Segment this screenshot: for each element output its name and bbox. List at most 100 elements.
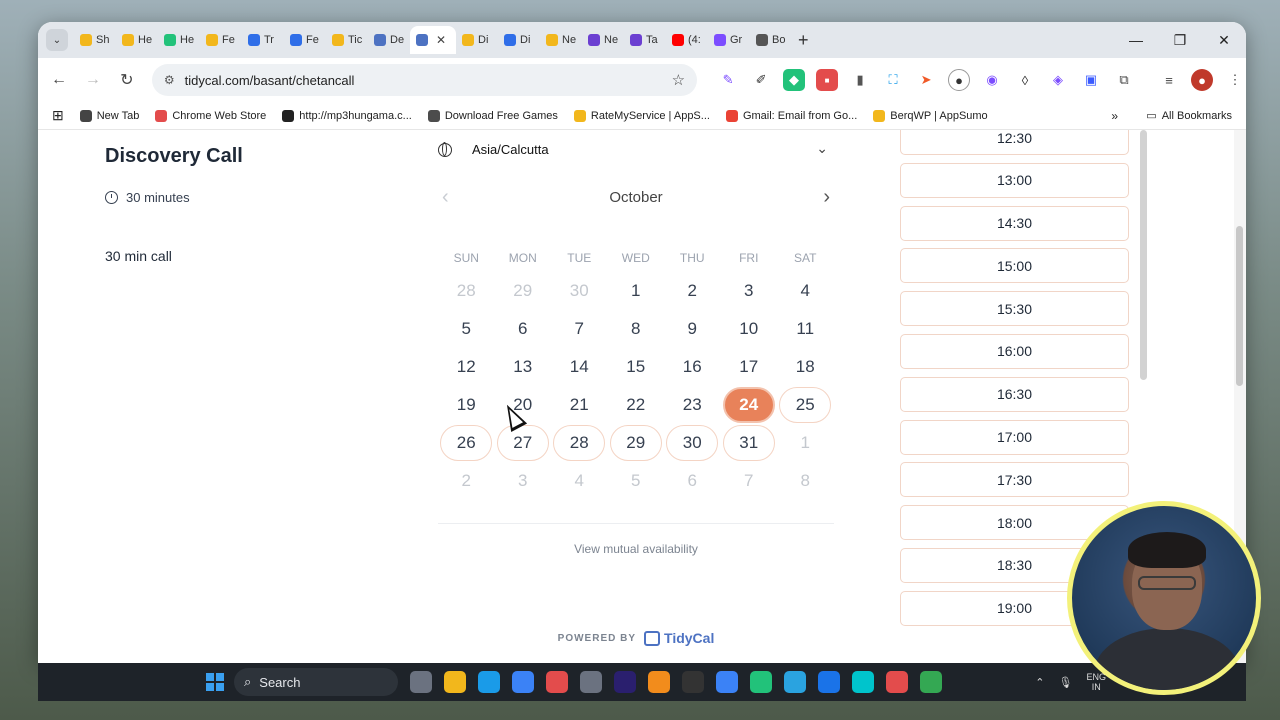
address-bar[interactable]: ⚙ tidycal.com/basant/chetancall ☆ (151, 64, 698, 96)
time-slot-button[interactable]: 15:00 (900, 248, 1129, 284)
timezone-select[interactable]: Asia/Calcutta ⌄ (438, 140, 834, 157)
back-icon[interactable]: ← (42, 71, 76, 89)
browser-tab[interactable]: De (368, 26, 410, 54)
forward-icon[interactable]: → (76, 71, 110, 89)
capcut-icon[interactable] (682, 671, 704, 693)
calendar-day-selected[interactable]: 24 (721, 386, 778, 424)
restore-icon[interactable]: ❐ (1158, 32, 1202, 49)
time-slot-button[interactable]: 16:00 (900, 333, 1129, 369)
browser-tab[interactable]: Ne (540, 26, 582, 54)
bookmark-item[interactable]: Gmail: Email from Go... (725, 109, 857, 122)
duration-text: 30 minutes (126, 190, 190, 205)
arrow-extension-icon[interactable]: ➤ (915, 69, 937, 91)
pen-extension-icon[interactable]: ✎ (717, 69, 739, 91)
browser-tab[interactable]: Di (498, 26, 540, 54)
app-icon[interactable] (750, 671, 772, 693)
page-scrollbar-thumb[interactable] (1236, 226, 1243, 386)
reload-icon[interactable]: ↻ (110, 70, 144, 90)
browser-tab[interactable]: Ta (624, 26, 666, 54)
taskbar-search[interactable]: ⌕ Search (234, 668, 398, 696)
bookmark-item[interactable]: New Tab (79, 109, 139, 122)
note-extension-icon[interactable]: ▮ (849, 69, 871, 91)
time-slot-button[interactable]: 13:00 (900, 162, 1129, 198)
slots-scrollbar[interactable] (1140, 130, 1147, 380)
folder-icon[interactable] (444, 671, 466, 693)
capture-extension-icon[interactable]: ⛶ (882, 69, 904, 91)
browser-tab[interactable]: ✕ (410, 26, 456, 54)
shield-extension-icon[interactable]: ◆ (783, 69, 806, 91)
calendar-day-available[interactable]: 30 (664, 424, 721, 462)
minimize-icon[interactable]: — (1114, 32, 1158, 48)
browser-tab[interactable]: Fe (200, 26, 242, 54)
browser-tab[interactable]: Gr (708, 26, 750, 54)
close-icon[interactable]: ✕ (1202, 32, 1246, 49)
browser-tab[interactable]: Tr (242, 26, 284, 54)
palette-extension-icon[interactable]: ◉ (981, 69, 1003, 91)
bookmark-item[interactable]: Chrome Web Store (155, 109, 266, 122)
tab-search-button[interactable]: ⌄ (46, 29, 68, 51)
mic-icon[interactable]: 🎙 (1059, 676, 1073, 689)
browser-tab[interactable]: (4: (666, 26, 708, 54)
settings-icon[interactable] (580, 671, 602, 693)
calendar-day-available[interactable]: 29 (608, 424, 665, 462)
blue-extension-icon[interactable]: ▣ (1080, 69, 1102, 91)
app-extension-icon[interactable]: ◈ (1047, 69, 1069, 91)
time-slot-button[interactable]: 17:00 (900, 419, 1129, 455)
vlc-icon[interactable] (648, 671, 670, 693)
browser-tab[interactable]: Fe (284, 26, 326, 54)
next-month-icon[interactable]: › (823, 186, 830, 209)
tab-close-icon[interactable]: ✕ (436, 33, 446, 47)
new-tab-button[interactable]: + (798, 30, 809, 51)
media-icon[interactable]: ≡ (1158, 69, 1180, 91)
telegram-icon[interactable] (784, 671, 806, 693)
browser-tab[interactable]: Sh (74, 26, 116, 54)
browser-tab[interactable]: He (158, 26, 200, 54)
view-mutual-availability-link[interactable]: View mutual availability (438, 542, 834, 556)
eyedropper-extension-icon[interactable]: ✐ (750, 69, 772, 91)
browser-tab[interactable]: Di (456, 26, 498, 54)
files-icon[interactable] (410, 671, 432, 693)
chrome-icon[interactable] (920, 671, 942, 693)
chrome-icon[interactable] (886, 671, 908, 693)
all-bookmarks-button[interactable]: ▭ All Bookmarks (1146, 109, 1232, 123)
time-slot-button[interactable]: 12:30 (900, 130, 1129, 155)
notes-icon[interactable] (716, 671, 738, 693)
chrome-icon[interactable] (818, 671, 840, 693)
prev-month-icon[interactable]: ‹ (442, 186, 449, 209)
new-badge-extension-icon[interactable]: ■ (816, 69, 839, 91)
time-slot-button[interactable]: 14:30 (900, 205, 1129, 241)
calendar-day-available[interactable]: 27 (495, 424, 552, 462)
premiere-icon[interactable] (614, 671, 636, 693)
chevron-up-icon[interactable]: ⌃ (1035, 676, 1044, 689)
chrome-icon[interactable] (546, 671, 568, 693)
site-info-icon[interactable]: ⚙ (164, 73, 175, 87)
store-icon[interactable] (512, 671, 534, 693)
bookmark-item[interactable]: http://mp3hungama.c... (282, 109, 412, 122)
browser-tab[interactable]: Bo (750, 26, 792, 54)
puzzle-extension-icon[interactable]: ⧉ (1113, 69, 1135, 91)
calendar-day-available[interactable]: 31 (721, 424, 778, 462)
bookmark-item[interactable]: BerqWP | AppSumo (873, 109, 988, 122)
time-slot-button[interactable]: 15:30 (900, 291, 1129, 327)
calendar-day-available[interactable]: 26 (438, 424, 495, 462)
tidycal-logo[interactable]: TidyCal (644, 630, 714, 646)
edge-icon[interactable] (478, 671, 500, 693)
apps-grid-icon[interactable]: ⊞ (52, 107, 64, 124)
canva-icon[interactable] (852, 671, 874, 693)
circle-extension-icon[interactable]: ● (948, 69, 971, 91)
browser-tab[interactable]: He (116, 26, 158, 54)
profile-avatar[interactable]: ● (1191, 69, 1214, 91)
windows-start-icon[interactable] (206, 673, 224, 691)
drop-extension-icon[interactable]: ◊ (1014, 69, 1036, 91)
time-slot-button[interactable]: 16:30 (900, 376, 1129, 412)
menu-kebab-icon[interactable]: ⋮ (1224, 69, 1246, 91)
browser-tab[interactable]: Tic (326, 26, 368, 54)
more-bookmarks-icon[interactable]: » (1111, 109, 1118, 123)
time-slot-button[interactable]: 17:30 (900, 462, 1129, 498)
bookmark-star-icon[interactable]: ☆ (672, 71, 685, 89)
calendar-day-available[interactable]: 28 (551, 424, 608, 462)
calendar-day-available[interactable]: 25 (777, 386, 834, 424)
bookmark-item[interactable]: RateMyService | AppS... (573, 109, 710, 122)
bookmark-item[interactable]: Download Free Games (427, 109, 558, 122)
browser-tab[interactable]: Ne (582, 26, 624, 54)
